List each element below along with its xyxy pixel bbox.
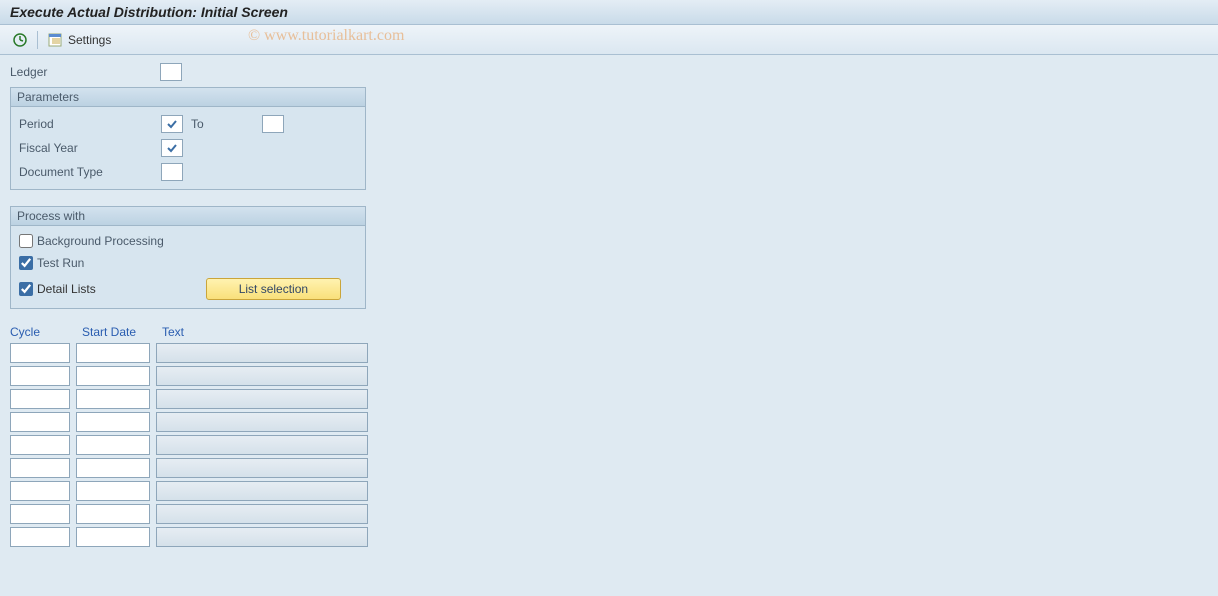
- period-to-label: To: [191, 117, 204, 131]
- page-title: Execute Actual Distribution: Initial Scr…: [0, 0, 1218, 25]
- table-body: [10, 343, 1208, 547]
- ledger-label: Ledger: [10, 65, 160, 79]
- settings-button[interactable]: Settings: [45, 30, 111, 50]
- testrun-label: Test Run: [37, 256, 84, 270]
- testrun-checkbox[interactable]: [19, 256, 33, 270]
- start-date-input[interactable]: [76, 504, 150, 524]
- parameters-panel: Parameters Period To Fiscal Year Documen…: [10, 87, 366, 190]
- start-date-input[interactable]: [76, 527, 150, 547]
- background-checkbox[interactable]: [19, 234, 33, 248]
- period-from-input[interactable]: [161, 115, 183, 133]
- table-row: [10, 504, 1208, 524]
- col-start-date[interactable]: Start Date: [82, 325, 150, 339]
- col-cycle[interactable]: Cycle: [10, 325, 70, 339]
- start-date-input[interactable]: [76, 389, 150, 409]
- list-selection-button[interactable]: List selection: [206, 278, 341, 300]
- settings-icon: [45, 30, 65, 50]
- cycle-input[interactable]: [10, 343, 70, 363]
- text-display: [156, 504, 368, 524]
- start-date-input[interactable]: [76, 435, 150, 455]
- ledger-input[interactable]: [160, 63, 182, 81]
- start-date-input[interactable]: [76, 412, 150, 432]
- text-display: [156, 458, 368, 478]
- table-row: [10, 458, 1208, 478]
- cycle-input[interactable]: [10, 527, 70, 547]
- detail-label: Detail Lists: [37, 282, 96, 296]
- text-display: [156, 366, 368, 386]
- document-type-input[interactable]: [161, 163, 183, 181]
- cycle-input[interactable]: [10, 481, 70, 501]
- cycle-input[interactable]: [10, 412, 70, 432]
- parameters-header: Parameters: [11, 88, 365, 107]
- table-row: [10, 412, 1208, 432]
- table-header: Cycle Start Date Text: [10, 325, 1208, 339]
- cycle-input[interactable]: [10, 458, 70, 478]
- table-row: [10, 343, 1208, 363]
- settings-label: Settings: [68, 33, 111, 47]
- process-header: Process with: [11, 207, 365, 226]
- document-type-label: Document Type: [19, 165, 161, 179]
- table-row: [10, 481, 1208, 501]
- table-row: [10, 435, 1208, 455]
- col-text[interactable]: Text: [162, 325, 222, 339]
- period-to-input[interactable]: [262, 115, 284, 133]
- background-label: Background Processing: [37, 234, 164, 248]
- separator: [37, 31, 38, 49]
- watermark: © www.tutorialkart.com: [248, 27, 404, 45]
- text-display: [156, 389, 368, 409]
- toolbar: Settings © www.tutorialkart.com: [0, 25, 1218, 55]
- process-panel: Process with Background Processing Test …: [10, 206, 366, 309]
- cycle-input[interactable]: [10, 435, 70, 455]
- text-display: [156, 527, 368, 547]
- text-display: [156, 435, 368, 455]
- text-display: [156, 412, 368, 432]
- period-label: Period: [19, 117, 161, 131]
- table-row: [10, 366, 1208, 386]
- execute-icon[interactable]: [10, 30, 30, 50]
- detail-checkbox[interactable]: [19, 282, 33, 296]
- start-date-input[interactable]: [76, 366, 150, 386]
- start-date-input[interactable]: [76, 481, 150, 501]
- fiscal-year-input[interactable]: [161, 139, 183, 157]
- text-display: [156, 343, 368, 363]
- start-date-input[interactable]: [76, 343, 150, 363]
- cycle-input[interactable]: [10, 389, 70, 409]
- fiscal-year-label: Fiscal Year: [19, 141, 161, 155]
- cycle-input[interactable]: [10, 366, 70, 386]
- text-display: [156, 481, 368, 501]
- table-row: [10, 389, 1208, 409]
- start-date-input[interactable]: [76, 458, 150, 478]
- table-row: [10, 527, 1208, 547]
- cycle-input[interactable]: [10, 504, 70, 524]
